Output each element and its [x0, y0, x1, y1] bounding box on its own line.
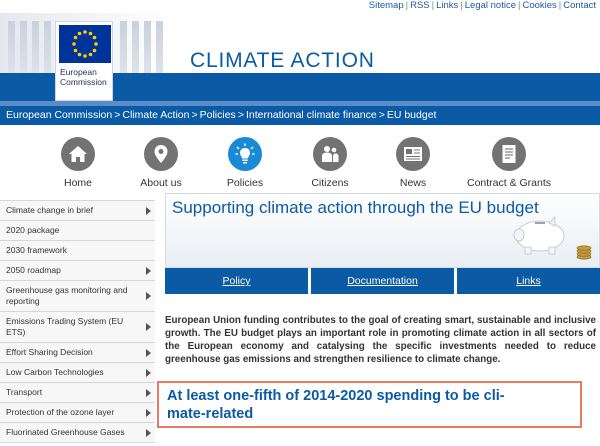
european-commission-logo[interactable]: European Commission — [55, 21, 113, 101]
logo-line-commission: Commission — [60, 77, 107, 87]
main-content: Supporting climate action through the EU… — [157, 193, 600, 428]
sidebar-item-transport[interactable]: Transport — [0, 383, 155, 403]
cookies-link[interactable]: Cookies — [522, 0, 556, 11]
sidebar-item-2050-roadmap[interactable]: 2050 roadmap — [0, 261, 155, 281]
nav-label-news: News — [399, 177, 427, 189]
breadcrumb-separator: > — [191, 109, 198, 121]
logo-text: European Commission — [60, 67, 107, 87]
content-tabs: Policy Documentation Links — [165, 268, 600, 294]
chevron-right-icon — [146, 408, 151, 417]
chevron-right-icon — [146, 266, 151, 275]
sidebar-item-fluorinated-gases[interactable]: Fluorinated Greenhouse Gases — [0, 423, 155, 443]
nav-item-citizens[interactable]: Citizens — [285, 137, 375, 189]
sidebar-item-2030-framework[interactable]: 2030 framework — [0, 241, 155, 261]
lightbulb-icon — [228, 137, 262, 171]
sidebar-item-ozone[interactable]: Protection of the ozone layer — [0, 403, 155, 423]
legal-notice-link[interactable]: Legal notice — [465, 0, 516, 11]
newspaper-icon — [396, 137, 430, 171]
sidebar-item-label: Effort Sharing Decision — [6, 347, 93, 357]
coins-icon — [576, 245, 592, 260]
nav-item-about-us[interactable]: About us — [116, 137, 206, 189]
sidebar-item-label: 2050 roadmap — [6, 265, 61, 275]
sidebar-item-label: Transport — [6, 387, 43, 397]
document-icon — [492, 137, 526, 171]
site-title: CLIMATE ACTION — [190, 49, 375, 72]
breadcrumb-item-international-climate-finance[interactable]: International climate finance — [246, 109, 377, 121]
sidebar-item-low-carbon[interactable]: Low Carbon Technologies — [0, 363, 155, 383]
people-icon — [313, 137, 347, 171]
highlight-line-1: At least one-fifth of 2014-2020 spending… — [167, 388, 505, 404]
main-navigation: Home About us Policies Citizens News Con… — [0, 125, 600, 195]
sitemap-link[interactable]: Sitemap — [369, 0, 404, 11]
tab-links[interactable]: Links — [457, 268, 600, 294]
breadcrumb-separator: > — [237, 109, 244, 121]
piggy-bank-icon — [513, 215, 565, 255]
breadcrumb-item-policies[interactable]: Policies — [200, 109, 236, 121]
nav-item-home[interactable]: Home — [33, 137, 123, 189]
top-utility-links: Sitemap | RSS | Links | Legal notice | Cookies | C… — [369, 0, 600, 13]
tab-documentation[interactable]: Documentation — [311, 268, 454, 294]
nav-label-about-us: About us — [140, 177, 182, 189]
sidebar-item-label: Low Carbon Technologies — [6, 367, 104, 377]
intro-paragraph: European Union funding contributes to th… — [165, 315, 596, 365]
nav-label-policies: Policies — [226, 177, 264, 189]
sidebar-item-eu-ets[interactable]: Emissions Trading System (EU ETS) — [0, 312, 155, 343]
chevron-right-icon — [146, 206, 151, 215]
nav-label-home: Home — [63, 177, 92, 189]
site-banner: European Commission CLIMATE ACTION — [0, 13, 600, 106]
links-link[interactable]: Links — [436, 0, 458, 11]
sidebar-item-label: Climate change in brief — [6, 205, 93, 215]
sidebar-item-effort-sharing[interactable]: Effort Sharing Decision — [0, 343, 155, 363]
breadcrumb: European Commission > Climate Action > Polic… — [0, 106, 600, 125]
chevron-right-icon — [146, 368, 151, 377]
sidebar-item-label: Protection of the ozone layer — [6, 407, 115, 417]
nav-item-news[interactable]: News — [368, 137, 458, 189]
sidebar-item-2020-package[interactable]: 2020 package — [0, 221, 155, 241]
rss-link[interactable]: RSS — [410, 0, 430, 11]
nav-item-policies[interactable]: Policies — [200, 137, 290, 189]
highlight-line-2: mate-related — [167, 406, 254, 422]
logo-line-european: European — [60, 67, 97, 77]
location-pin-icon — [144, 137, 178, 171]
chevron-right-icon — [146, 428, 151, 437]
contact-link[interactable]: Contact — [563, 0, 596, 11]
sidebar-item-label: Greenhouse gas monitoring and reporting — [6, 285, 128, 306]
chevron-right-icon — [146, 323, 151, 331]
breadcrumb-item-european-commission[interactable]: European Commission — [6, 109, 112, 121]
nav-label-citizens: Citizens — [311, 177, 349, 189]
sidebar-item-ghg-monitoring[interactable]: Greenhouse gas monitoring and reporting — [0, 281, 155, 312]
tab-policy[interactable]: Policy — [165, 268, 308, 294]
sidebar-item-label: 2020 package — [6, 225, 60, 235]
page-title: Supporting climate action through the EU… — [172, 198, 539, 217]
sidebar-item-label: 2030 framework — [6, 245, 67, 255]
hero-banner: Supporting climate action through the EU… — [165, 193, 600, 268]
highlight-box: At least one-fifth of 2014-2020 spending… — [157, 381, 582, 428]
sidebar-item-climate-change-in-brief[interactable]: Climate change in brief — [0, 200, 155, 221]
left-sidebar-menu: Climate change in brief 2020 package 203… — [0, 200, 155, 443]
home-icon — [61, 137, 95, 171]
chevron-right-icon — [146, 292, 151, 300]
breadcrumb-separator: > — [114, 109, 121, 121]
sidebar-item-label: Fluorinated Greenhouse Gases — [6, 427, 125, 437]
breadcrumb-separator: > — [378, 109, 385, 121]
chevron-right-icon — [146, 348, 151, 357]
breadcrumb-item-eu-budget: EU budget — [386, 109, 437, 121]
sidebar-item-label: Emissions Trading System (EU ETS) — [6, 316, 124, 337]
chevron-right-icon — [146, 388, 151, 397]
breadcrumb-item-climate-action[interactable]: Climate Action — [122, 109, 189, 121]
eu-flag-icon — [59, 25, 111, 63]
nav-label-contract-grants: Contract & Grants — [466, 177, 552, 189]
nav-item-contract-grants[interactable]: Contract & Grants — [464, 137, 554, 189]
highlight-heading[interactable]: At least one-fifth of 2014-2020 spending… — [167, 387, 574, 423]
